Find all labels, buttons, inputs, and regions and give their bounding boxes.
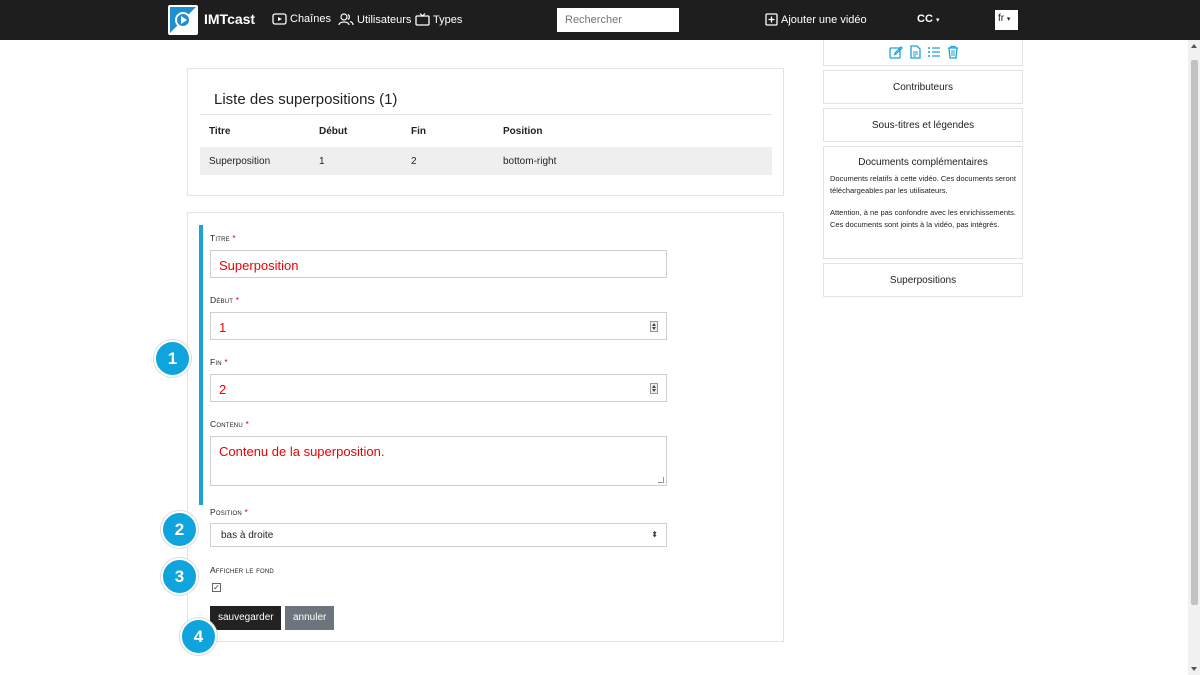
show-background-checkbox[interactable]: ✓ — [212, 583, 221, 592]
imtcast-logo[interactable] — [168, 5, 198, 35]
language-select[interactable]: fr ▾ — [995, 10, 1018, 30]
cell-start: 1 — [319, 156, 325, 167]
cell-position: bottom-right — [503, 156, 557, 167]
end-label: Fin * — [210, 357, 228, 367]
cancel-button[interactable]: annuler — [285, 606, 334, 630]
column-header-start: Début — [319, 126, 348, 137]
column-header-end: Fin — [411, 126, 426, 137]
nav-channels[interactable]: Chaînes — [272, 13, 331, 25]
divider — [200, 114, 772, 115]
spinner-icon[interactable] — [650, 383, 658, 394]
overlay-list-title: Liste des superpositions (1) — [214, 91, 398, 108]
position-label: Position * — [210, 507, 249, 517]
nav-users[interactable]: Utilisateurs — [338, 13, 411, 26]
document-icon[interactable] — [908, 45, 922, 59]
scroll-down-arrow-icon[interactable] — [1191, 667, 1197, 671]
tv-icon — [415, 13, 430, 26]
channels-icon — [272, 13, 287, 25]
table-row[interactable] — [200, 147, 772, 175]
cc-label: CC — [917, 13, 933, 25]
search-input[interactable] — [557, 8, 679, 32]
title-input-value: Superposition — [219, 258, 299, 273]
sidebar-action-icons — [823, 40, 1023, 66]
nav-types[interactable]: Types — [415, 13, 462, 26]
caret-down-icon: ▾ — [935, 17, 940, 24]
sidebar-documents[interactable]: Documents complémentaires Documents rela… — [823, 146, 1023, 259]
nav-channels-label: Chaînes — [290, 13, 331, 25]
title-input[interactable]: Superposition — [210, 250, 667, 278]
content-textarea-value: Contenu de la superposition. — [219, 444, 385, 459]
cc-dropdown[interactable]: CC ▾ — [917, 13, 939, 25]
start-input-value: 1 — [219, 320, 227, 335]
position-select[interactable]: bas à droite ⬍ — [210, 523, 667, 547]
documents-warning: Attention, à ne pas confondre avec les e… — [830, 208, 1016, 229]
callout-badge-3: 3 — [161, 558, 198, 595]
end-number-input[interactable]: 2 — [210, 374, 667, 402]
spinner-icon[interactable] — [650, 321, 658, 332]
sidebar-overlays[interactable]: Superpositions — [823, 263, 1023, 297]
title-label: Titre * — [210, 233, 236, 243]
trash-icon[interactable] — [946, 45, 960, 59]
brand-name[interactable]: IMTcast — [204, 11, 255, 27]
scroll-up-arrow-icon[interactable] — [1191, 44, 1197, 48]
top-navbar: IMTcast Chaînes Utilisateurs Types Ajout… — [0, 0, 1200, 40]
cell-end: 2 — [411, 156, 417, 167]
add-video-link[interactable]: Ajouter une vidéo — [765, 13, 867, 26]
callout-badge-1: 1 — [154, 340, 191, 377]
position-select-value: bas à droite — [221, 530, 274, 541]
language-value: fr — [998, 13, 1005, 24]
sidebar-contributors[interactable]: Contributeurs — [823, 70, 1023, 104]
documents-description: Documents relatifs à cette vidéo. Ces do… — [830, 174, 1016, 195]
overlays-label: Superpositions — [889, 275, 957, 286]
background-label: Afficher le fond — [210, 565, 274, 575]
add-video-label: Ajouter une vidéo — [781, 13, 867, 26]
resize-handle-icon[interactable] — [658, 477, 664, 483]
scrollbar-thumb[interactable] — [1191, 60, 1198, 605]
column-header-position: Position — [503, 126, 543, 137]
nav-types-label: Types — [433, 13, 463, 26]
callout-badge-2: 2 — [161, 511, 198, 548]
cell-title: Superposition — [209, 156, 271, 167]
list-icon[interactable] — [927, 45, 941, 59]
users-icon — [338, 13, 354, 26]
sidebar-subtitles[interactable]: Sous-titres et légendes — [823, 108, 1023, 142]
edit-icon[interactable] — [889, 45, 903, 59]
form-accent-bar — [199, 225, 203, 505]
start-label: Début * — [210, 295, 240, 305]
plus-square-icon — [765, 13, 778, 26]
overlay-form-card: Titre * Superposition Début * 1 Fin * 2 … — [187, 212, 784, 642]
documents-title: Documents complémentaires — [858, 157, 988, 168]
start-number-input[interactable]: 1 — [210, 312, 667, 340]
select-arrows-icon: ⬍ — [651, 530, 658, 539]
nav-users-label: Utilisateurs — [357, 13, 412, 26]
caret-down-icon: ▾ — [1006, 16, 1011, 23]
save-button[interactable]: sauvegarder — [210, 606, 281, 630]
content-textarea[interactable]: Contenu de la superposition. — [210, 436, 667, 486]
subtitles-label: Sous-titres et légendes — [871, 120, 975, 131]
page-scrollbar[interactable] — [1188, 40, 1200, 675]
overlay-list-card: Liste des superpositions (1) Titre Début… — [187, 68, 784, 196]
content-label: Contenu * — [210, 419, 249, 429]
end-input-value: 2 — [219, 382, 227, 397]
contributors-label: Contributeurs — [892, 82, 954, 93]
column-header-title: Titre — [209, 126, 231, 137]
callout-badge-4: 4 — [180, 618, 217, 655]
